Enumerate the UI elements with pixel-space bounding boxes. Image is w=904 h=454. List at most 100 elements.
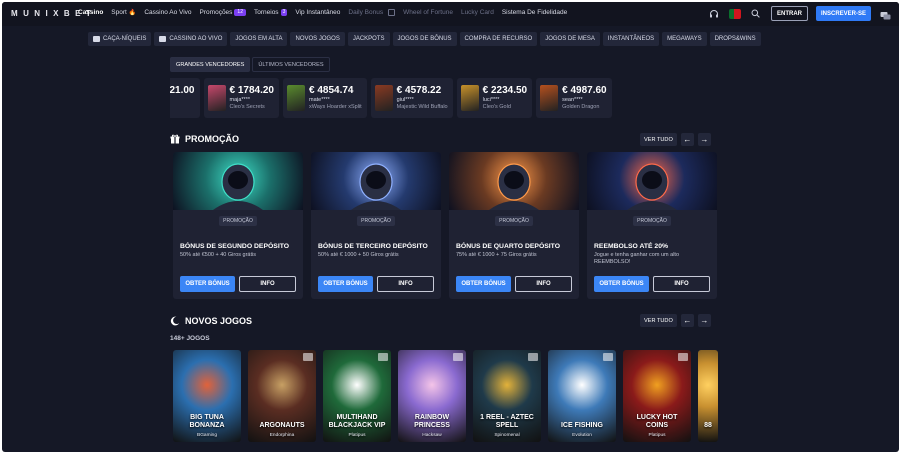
nav-item-label: Daily Bonus: [348, 9, 384, 16]
category-ca-a-n-queis[interactable]: CAÇA-NÍQUEIS: [88, 32, 152, 46]
slot-machine-icon: [93, 36, 100, 42]
chat-icon[interactable]: [880, 8, 891, 20]
favorite-icon[interactable]: [303, 353, 313, 361]
get-bonus-button[interactable]: OBTER BÓNUS: [594, 276, 649, 292]
login-button[interactable]: ENTRAR: [770, 6, 808, 21]
winner-card[interactable]: € 4987.60 sean**** Golden Dragon: [536, 78, 612, 118]
arrow-left-icon[interactable]: ←: [680, 314, 694, 327]
nav-item[interactable]: Cassino Ao Vivo: [144, 9, 191, 16]
nav-item[interactable]: Lucky Card: [461, 9, 494, 16]
game-tile[interactable]: ARGONAUTS Endorphina: [248, 350, 316, 442]
winner-card[interactable]: € 2234.50 luci**** Cleo's Gold: [456, 78, 533, 118]
winner-info: € 1784.20 maja**** Cleo's Secrets: [230, 85, 275, 111]
portugal-flag-icon[interactable]: [728, 8, 741, 19]
nav-item[interactable]: Cassino: [78, 9, 103, 16]
promo-section-heading: PROMOÇÃO: [170, 134, 239, 144]
category-jogos-de-mesa[interactable]: JOGOS DE MESA: [540, 32, 600, 46]
nav-item-label: Lucky Card: [460, 9, 494, 16]
winner-username: mate****: [309, 97, 330, 103]
promo-see-all-button[interactable]: VER TUDO: [640, 133, 677, 146]
game-name: LUCKY HOT COINS: [636, 414, 678, 429]
winner-info: € 4321.00rik****Coins: [170, 85, 195, 111]
count-badge: 3: [280, 9, 288, 16]
support-icon[interactable]: [707, 7, 721, 21]
get-bonus-button[interactable]: OBTER BÓNUS: [318, 276, 373, 292]
info-button[interactable]: INFO: [653, 276, 710, 292]
winner-username: maja****: [229, 97, 250, 103]
winner-card[interactable]: € 4854.74 mate**** xWays Hoarder xSplit: [283, 78, 367, 118]
category-megaways[interactable]: MEGAWAYS: [662, 32, 707, 46]
category-jackpots[interactable]: JACKPOTS: [347, 32, 390, 46]
nav-item-label: Sport: [111, 9, 127, 16]
game-thumbnail: [374, 85, 393, 111]
category-jogos-em-alta[interactable]: JOGOS EM ALTA: [230, 32, 288, 46]
promo-title: BÓNUS DE QUARTO DEPÓSITO: [456, 243, 560, 250]
nav-item[interactable]: Sport 🔥: [111, 9, 136, 16]
promo-actions: OBTER BÓNUS INFO: [456, 276, 572, 292]
favorite-icon[interactable]: [528, 353, 538, 361]
game-name: RAINBOW PRINCESS: [414, 414, 450, 429]
arrow-left-icon[interactable]: ←: [680, 133, 694, 146]
nav-item[interactable]: Promoções 12: [200, 9, 246, 16]
arrow-right-icon[interactable]: →: [697, 314, 711, 327]
nav-item[interactable]: Vip Instantâneo: [295, 9, 340, 16]
game-tile[interactable]: 1 REEL - AZTEC SPELL Spinomenal: [473, 350, 541, 442]
promo-tag-label: PROMOÇÃO: [357, 216, 395, 226]
promo-cards: PROMOÇÃO BÓNUS DE SEGUNDO DEPÓSITO 50% até…: [173, 152, 717, 299]
arrow-right-icon[interactable]: →: [697, 133, 711, 146]
favorite-icon[interactable]: [603, 353, 613, 361]
promo-tag-label: PROMOÇÃO: [633, 216, 671, 226]
game-tile[interactable]: BIG TUNA BONANZA BGaming: [173, 350, 241, 442]
promo-card: PROMOÇÃO BÓNUS DE TERCEIRO DEPÓSITO 50% at…: [311, 152, 441, 299]
new-games-see-all-button[interactable]: VER TUDO: [640, 314, 677, 327]
main-nav: Cassino Sport 🔥 Cassino Ao Vivo Promoções 12 T…: [78, 9, 567, 16]
promo-subtitle: 50% até €500 + 40 Giros grátis: [180, 252, 256, 258]
nav-item-label: Vip Instantâneo: [295, 9, 341, 16]
get-bonus-button[interactable]: OBTER BÓNUS: [456, 276, 511, 292]
nav-item[interactable]: Sistema De Fidelidade: [502, 9, 567, 16]
category-jogos-de-b-nus[interactable]: JOGOS DE BÔNUS: [392, 32, 457, 46]
game-tile[interactable]: MULTIHAND BLACKJACK VIP Platipus: [323, 350, 391, 442]
winner-card[interactable]: € 4578.22 giul**** Majestic Wild Buffalo: [370, 78, 453, 118]
new-games-heading: NOVOS JOGOS: [170, 316, 252, 326]
promo-actions: OBTER BÓNUS INFO: [594, 276, 710, 292]
favorite-icon[interactable]: [678, 353, 688, 361]
nav-item[interactable]: Torneios 3: [254, 9, 288, 16]
winner-username: giul****: [396, 97, 414, 103]
signup-button[interactable]: INSCREVER-SE: [815, 6, 871, 21]
category-compra-de-recurso[interactable]: COMPRA DE RECURSO: [459, 32, 538, 46]
winner-card[interactable]: € 4321.00rik****Coins: [170, 78, 200, 118]
game-tile[interactable]: LUCKY HOT COINS Platipus: [623, 350, 691, 442]
promo-actions: OBTER BÓNUS INFO: [318, 276, 434, 292]
count-badge: 12: [234, 9, 246, 16]
tab-big-winners[interactable]: GRANDES VENCEDORES: [170, 57, 251, 72]
category-novos-jogos[interactable]: NOVOS JOGOS: [290, 32, 345, 46]
promo-image: [173, 152, 303, 210]
game-tile[interactable]: RAINBOW PRINCESS Hacksaw: [398, 350, 466, 442]
info-button[interactable]: INFO: [239, 276, 296, 292]
game-tile[interactable]: 88: [698, 350, 718, 442]
promo-tag: PROMOÇÃO: [311, 216, 441, 226]
winner-card[interactable]: € 1784.20 maja**** Cleo's Secrets: [203, 78, 279, 118]
tab-latest-winners[interactable]: ÚLTIMOS VENCEDORES: [252, 57, 330, 72]
info-button[interactable]: INFO: [377, 276, 434, 292]
category-instant-neos[interactable]: INSTANTÂNEOS: [602, 32, 660, 46]
promo-subtitle: 75% até € 1000 + 75 Giros grátis: [456, 252, 537, 258]
nav-item-label: Cassino Ao Vivo: [144, 9, 192, 16]
new-games-carousel: BIG TUNA BONANZA BGaming ARGONAUTS Endorphi…: [173, 350, 719, 442]
favorite-icon[interactable]: [453, 353, 463, 361]
game-tile[interactable]: ICE FISHING Evolution: [548, 350, 616, 442]
category-label: NOVOS JOGOS: [295, 36, 340, 42]
category-cassino-ao-vivo[interactable]: CASSINO AO VIVO: [154, 32, 228, 46]
winners-carousel: € 4321.00rik****Coins € 1784.20maja****Cl…: [170, 78, 718, 118]
nav-item[interactable]: Daily Bonus: [348, 9, 396, 16]
favorite-icon[interactable]: [378, 353, 388, 361]
win-amount: € 4854.74: [309, 85, 354, 96]
info-button[interactable]: INFO: [515, 276, 572, 292]
get-bonus-button[interactable]: OBTER BÓNUS: [180, 276, 235, 292]
nav-item[interactable]: Wheel of Fortune: [403, 9, 453, 16]
winner-game: Majestic Wild Buffalo: [396, 104, 448, 110]
promo-subtitle: 50% até € 1000 + 50 Giros grátis: [318, 252, 399, 258]
category-drops-wins[interactable]: DROPS&WINS: [709, 32, 761, 46]
search-icon[interactable]: [749, 7, 763, 21]
